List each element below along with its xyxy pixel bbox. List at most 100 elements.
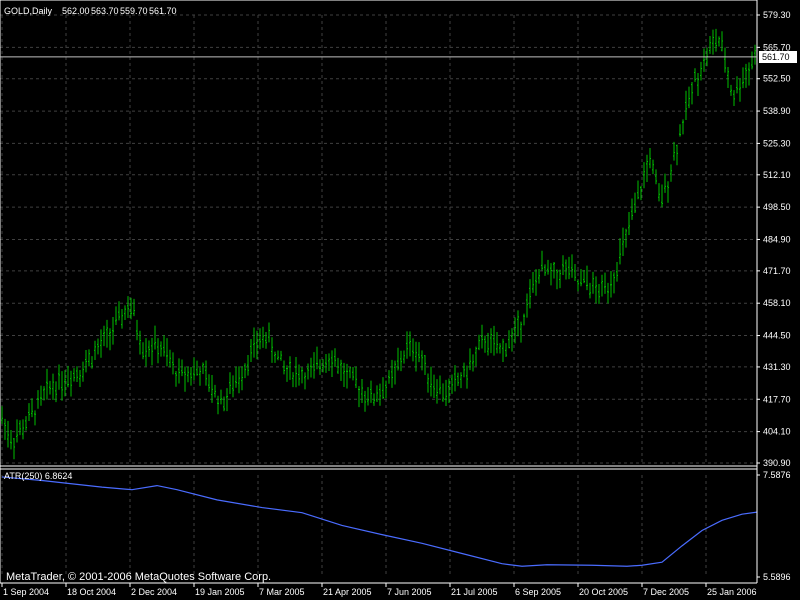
price-bar [304,372,306,390]
chart-canvas: GOLD,Daily 562.00 563.70 559.70 561.70 A… [0,0,797,597]
x-tick-label: 18 Oct 2004 [67,587,116,597]
price-bar [748,62,750,86]
price-bar [271,337,273,363]
y-tick-label: 7.5876 [763,470,791,480]
x-tick-label: 19 Jan 2005 [195,587,245,597]
price-bar [697,73,699,97]
price-bar [82,361,84,382]
price-bar [172,352,174,375]
price-bar [79,370,81,387]
y-tick-label: 512.10 [763,170,791,180]
price-bar [622,227,624,257]
price-bar [382,377,384,400]
x-tick-label: 21 Jul 2005 [451,587,498,597]
price-bar [331,350,333,377]
price-bar [31,398,33,418]
y-tick-label: 579.30 [763,10,791,20]
price-bar [244,363,246,379]
main-y-axis: 579.30 565.70 552.50 538.90 525.30 512.10 498.… [757,10,791,468]
price-bar [118,301,120,321]
price-bar [169,349,171,368]
price-bar [493,325,495,356]
y-tick-label: 484.90 [763,234,791,244]
price-bar [616,262,618,282]
price-bar [451,374,453,394]
price-bar [406,331,408,359]
y-tick-label: 471.70 [763,266,791,276]
price-bar [220,389,222,405]
price-bar [394,360,396,385]
price-bar [337,357,339,374]
price-bar [589,282,591,299]
price-bar [523,313,525,326]
price-bar [562,255,564,276]
price-bar [502,338,504,362]
price-bar [736,76,738,94]
x-tick-label: 2 Dec 2004 [131,587,177,597]
price-bar [532,271,534,293]
price-bar [133,298,135,317]
price-bar [166,338,168,367]
price-bar [364,390,366,412]
price-bar [301,367,303,384]
price-bar [328,353,330,372]
indicator-title: ATR(250) 6.8624 [4,471,72,481]
price-bar [283,360,285,375]
y-tick-label: 417.70 [763,394,791,404]
price-bar [496,331,498,354]
price-bar [595,276,597,304]
price-bar [400,350,402,372]
price-bar [685,90,687,120]
price-bar [433,374,435,398]
price-bar [460,372,462,389]
price-bar [190,367,192,386]
price-bar [175,371,177,387]
price-bar [376,385,378,403]
price-bar [487,332,489,356]
price-bar [139,330,141,355]
price-bar [208,374,210,392]
price-bar [529,279,531,309]
price-bar [241,366,243,391]
price-bar [61,371,63,401]
price-bar [664,173,666,193]
price-bar [466,365,468,389]
price-bar [418,342,420,363]
price-bar [286,365,288,382]
price-bar [265,332,267,349]
price-bar [538,269,540,284]
price-bar [13,437,15,460]
price-bar [10,430,12,450]
price-bar [586,265,588,291]
price-bar [730,84,732,96]
price-bar [70,370,72,397]
price-bar [157,338,159,364]
price-bar [388,370,390,384]
price-bar [673,141,675,161]
price-bar [625,228,627,248]
current-price-label: 561.70 [762,52,790,62]
price-bar [556,269,558,290]
price-bars [1,28,756,460]
price-bar [724,47,726,73]
x-tick-label: 21 Apr 2005 [323,587,372,597]
price-bar [391,359,393,388]
x-tick-label: 1 Sep 2004 [3,587,49,597]
price-bar [604,272,606,294]
price-bar [205,360,207,386]
price-bar [583,270,585,284]
price-bar [367,387,369,406]
price-bar [442,383,444,402]
price-bar [160,341,162,357]
price-bar [247,354,249,376]
price-bar [106,319,108,348]
price-bar [598,284,600,304]
price-bar [463,362,465,378]
price-bar [676,144,678,166]
x-tick-label: 25 Jan 2006 [707,587,757,597]
price-bar [277,350,279,361]
atr-line [1,476,758,567]
price-bar [547,259,549,275]
price-bar [49,380,51,395]
price-bar [505,343,507,358]
